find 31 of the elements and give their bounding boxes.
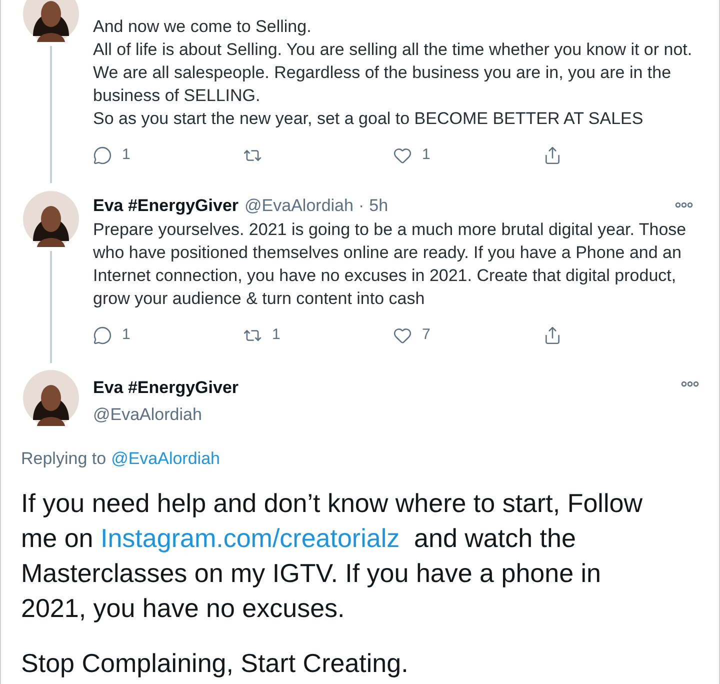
action-count: 7 [422,325,430,345]
action-count: 1 [122,145,130,165]
author-name[interactable]: Eva #EnergyGiver [93,192,239,218]
more-options-icon[interactable] [675,202,693,208]
avatar[interactable] [23,0,79,42]
avatar[interactable] [23,370,79,426]
more-options-icon[interactable] [681,380,699,386]
instagram-link[interactable]: Instagram.com/creatorialz [100,523,400,553]
tweet-text: And now we come to Selling. [93,16,312,38]
action-count: 1 [422,145,430,165]
like-icon[interactable] [393,146,412,165]
author-name[interactable]: Eva #EnergyGiver [93,374,239,400]
separator: · [358,194,364,216]
tweet-text: If you need help and don’t know where to start, Follow me on Instagram.com/creatorialz and watch the Masterclasses on my IGTV. If you have a phone in 2021, you have no excuses. [21,487,644,625]
tweet-text: Stop Complaining, Start Creating. [21,647,410,680]
replying-link[interactable]: @EvaAlordiah [111,446,220,471]
tweet-time[interactable]: 5h [369,192,388,218]
share-icon[interactable] [543,146,562,165]
action-count: 1 [272,325,280,345]
reply-icon[interactable] [93,146,112,165]
avatar[interactable] [23,190,79,246]
action-count: 1 [122,325,130,345]
share-icon[interactable] [543,326,562,345]
replying-label: Replying to [21,448,106,470]
tweet-text: All of life is about Selling. You are selling all the time whether you know it or not. We are all salespeople. Regardless of the business you are in, you are in the business of SELLING. [93,39,693,107]
author-handle[interactable]: @EvaAlordiah [93,402,699,428]
tweet-text: Prepare yourselves. 2021 is going to be a much more brutal digital year. Those who have positioned themselves online are ready. If you have a Phone and an Internet connection, you have no excuses in 2021. Create that digital product, grow your audience & turn content into cash [93,219,688,310]
reply-icon[interactable] [93,326,112,345]
tweet-text: So as you start the new year, set a goal to BECOME BETTER AT SALES [93,108,644,130]
like-icon[interactable] [393,326,412,345]
author-handle[interactable]: @EvaAlordiah [244,192,354,218]
